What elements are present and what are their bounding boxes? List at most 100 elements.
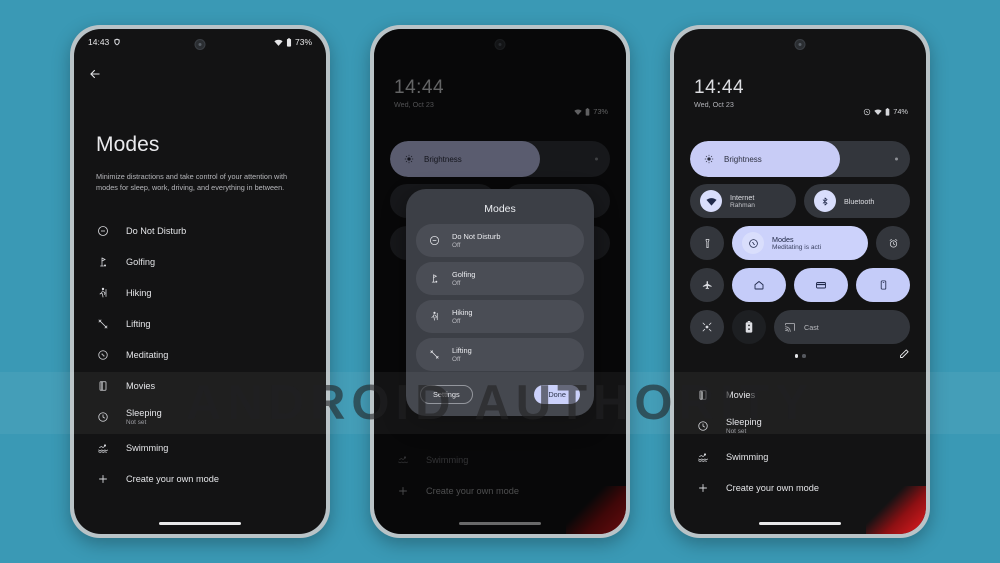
alarm-icon <box>888 238 899 249</box>
airplane-icon <box>702 280 713 291</box>
swimming-icon <box>696 451 710 463</box>
quick-settings-clock: 14:44 Wed, Oct 23 <box>694 77 744 109</box>
wifi-icon <box>700 190 722 212</box>
tile-home[interactable] <box>732 268 786 302</box>
dialog-row-name: Do Not Disturb <box>452 232 501 241</box>
mode-name: Swimming <box>126 442 169 453</box>
list-item[interactable]: Meditating <box>74 339 326 370</box>
battery-percent: 74% <box>893 107 908 116</box>
list-item[interactable]: Swimming <box>74 432 326 463</box>
mode-name: Create your own mode <box>726 482 819 493</box>
list-item[interactable]: Lifting <box>74 308 326 339</box>
list-item[interactable]: Movies <box>674 379 926 410</box>
device-icon <box>878 279 889 291</box>
list-item[interactable]: Sleeping Not set <box>74 401 326 432</box>
do-not-disturb-icon <box>96 225 110 237</box>
clock-date: Wed, Oct 23 <box>694 100 734 109</box>
tile-wallet[interactable] <box>794 268 848 302</box>
movie-icon <box>696 389 710 401</box>
tile-battery-saver[interactable] <box>732 310 766 344</box>
brightness-fill: Brightness <box>690 141 840 177</box>
phone-2-screen: 14:44 Wed, Oct 23 73% Brightness <box>374 29 626 534</box>
dialog-actions: Settings Done <box>416 385 584 404</box>
golf-icon <box>428 273 441 284</box>
modes-dialog: Modes Do Not Disturb Off Golfing Off Hik… <box>406 189 594 416</box>
dialog-title: Modes <box>484 203 516 215</box>
mode-name: Movies <box>126 380 156 391</box>
phone-3-modes-list: Movies Sleeping Not set Swimming Create … <box>674 379 926 503</box>
cast-icon <box>784 321 796 333</box>
tile-title: Cast <box>804 322 819 332</box>
page-title: Modes <box>96 133 160 156</box>
list-item[interactable]: Golfing <box>74 246 326 277</box>
tile-modes[interactable]: Modes Meditating is acti <box>732 226 868 260</box>
list-item[interactable]: Sleeping Not set <box>674 410 926 441</box>
done-button[interactable]: Done <box>534 385 580 404</box>
brightness-slider[interactable]: Brightness <box>690 141 910 177</box>
mode-name: Do Not Disturb <box>126 225 187 236</box>
mode-name: Movies <box>726 389 756 400</box>
mode-name: Hiking <box>126 287 152 298</box>
mode-name: Create your own mode <box>126 473 219 484</box>
tile-flashlight[interactable] <box>690 226 724 260</box>
camera-punch-hole <box>194 39 206 50</box>
mode-name: Meditating <box>126 349 169 360</box>
mode-name: Sleeping <box>726 416 762 427</box>
create-mode-item[interactable]: Create your own mode <box>674 472 926 503</box>
golf-icon <box>96 256 110 268</box>
status-time: 14:43 <box>88 37 110 47</box>
hiking-icon <box>96 287 110 299</box>
plus-icon <box>696 482 710 494</box>
list-item[interactable]: Hiking <box>74 277 326 308</box>
create-mode-item[interactable]: Create your own mode <box>74 463 326 494</box>
back-arrow-icon <box>88 67 102 81</box>
dialog-row-name: Lifting <box>452 346 472 355</box>
tile-airplane[interactable] <box>690 268 724 302</box>
phone-3-frame: 14:44 Wed, Oct 23 74% Brightness Interne… <box>670 25 930 538</box>
dialog-row[interactable]: Lifting Off <box>416 338 584 371</box>
tile-alarm[interactable] <box>876 226 910 260</box>
clock-icon <box>696 420 710 432</box>
gesture-nav-bar <box>759 521 841 525</box>
phone-3-tile-grid: Internet Rahman Bluetooth Modes Meditati… <box>690 184 910 344</box>
tile-subtitle: Meditating is acti <box>772 244 822 251</box>
phone-1-frame: 14:43 73% Modes Minimize distractions an… <box>70 25 330 538</box>
phone-2-frame: 14:44 Wed, Oct 23 73% Brightness <box>370 25 630 538</box>
brightness-icon <box>704 154 714 164</box>
page-dot-1[interactable] <box>794 354 798 358</box>
hotspot-off-icon <box>701 321 713 333</box>
bluetooth-icon <box>814 190 836 212</box>
tile-internet[interactable]: Internet Rahman <box>690 184 796 218</box>
page-dot-2[interactable] <box>802 354 806 358</box>
dialog-row-name: Golfing <box>452 270 476 279</box>
dialog-row[interactable]: Hiking Off <box>416 300 584 333</box>
settings-button[interactable]: Settings <box>420 385 473 404</box>
list-item[interactable]: Swimming <box>674 441 926 472</box>
phone-1-modes-list: Do Not Disturb Golfing Hiking Lifting Me… <box>74 215 326 494</box>
battery-icon <box>286 37 292 47</box>
pencil-edit-icon[interactable] <box>898 347 910 365</box>
dialog-row[interactable]: Golfing Off <box>416 262 584 295</box>
dialog-row[interactable]: Do Not Disturb Off <box>416 224 584 257</box>
list-item[interactable]: Movies <box>74 370 326 401</box>
tile-cast[interactable]: Cast <box>774 310 910 344</box>
back-button[interactable] <box>88 67 102 86</box>
quick-settings-footer <box>690 347 910 365</box>
tile-hotspot[interactable] <box>690 310 724 344</box>
list-item[interactable]: Do Not Disturb <box>74 215 326 246</box>
tile-title: Internet <box>730 193 755 202</box>
brightness-label: Brightness <box>724 154 762 164</box>
plus-icon <box>96 473 110 485</box>
tile-bluetooth[interactable]: Bluetooth <box>804 184 910 218</box>
clock-time: 14:44 <box>694 77 745 98</box>
do-not-disturb-icon <box>428 235 441 246</box>
dialog-row-state: Off <box>452 242 461 249</box>
home-icon <box>753 279 765 291</box>
movie-icon <box>96 380 110 392</box>
tile-device[interactable] <box>856 268 910 302</box>
brightness-auto-dot <box>895 157 898 161</box>
quick-settings-status: 74% <box>863 107 908 116</box>
dnd-shield-icon <box>113 38 121 46</box>
screenshot-stage: 14:43 73% Modes Minimize distractions an… <box>0 0 1000 563</box>
page-indicator <box>794 354 806 358</box>
